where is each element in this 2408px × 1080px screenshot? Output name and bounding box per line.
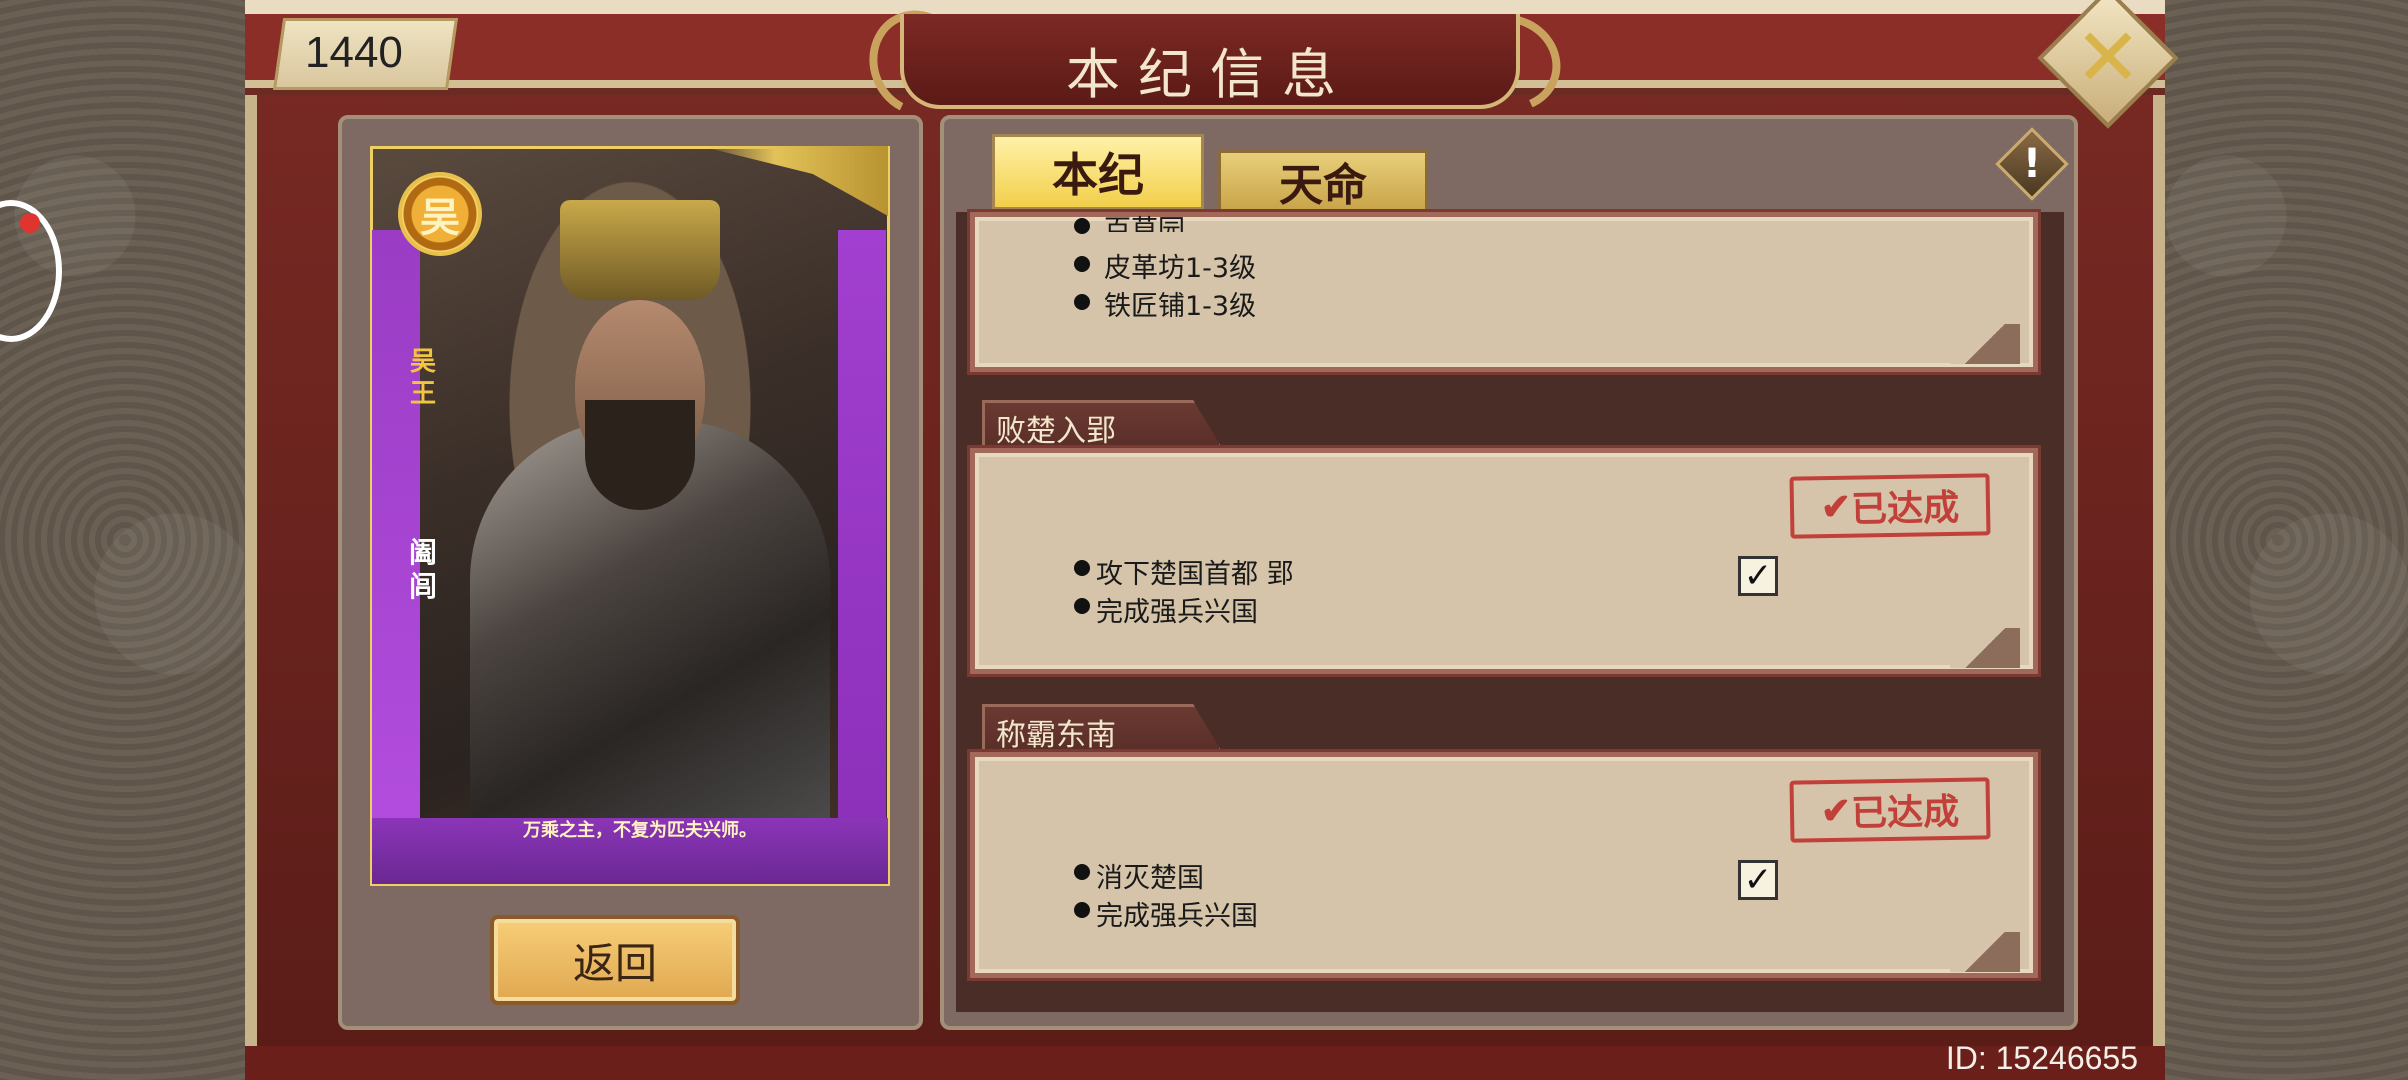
kingdom-badge: 吴 [398,172,482,256]
checkbox-checked: ✓ [1738,556,1778,596]
card-page-curl [1950,324,2020,364]
character-rank: 吴王 [409,347,436,409]
list-item: 完成强兵兴国 [1096,901,1258,932]
section-title: 败楚入郢 [996,414,1116,449]
close-x-icon[interactable]: ✕ [2058,8,2158,108]
side-background-right [2148,0,2408,1080]
list-item: 完成强兵兴国 [1096,597,1258,628]
section-title: 称霸东南 [996,718,1116,753]
character-quote: 万乘之主，不复为匹夫兴师。 [523,820,757,841]
checkbox-checked: ✓ [1738,860,1778,900]
back-button[interactable]: 返回 [490,915,740,1005]
side-background-left [0,0,250,1080]
completed-stamp-label: 已达成 [1850,486,1960,531]
kingdom-badge-label: 吴 [420,194,460,241]
list-item: 皮革坊1-3级 [1104,253,1257,284]
list-item: 消灭楚国 [1096,863,1204,894]
bullet-icon [1074,218,1090,234]
tab-tianming[interactable]: 天命 [1218,150,1428,212]
completed-stamp: ✔ 已达成 [1789,777,1991,843]
bullet-icon [1074,560,1090,576]
bottom-bar [245,1046,2165,1080]
page-title: 本纪信息 [1066,43,1354,106]
list-item: 攻下楚国首都 郢 [1096,559,1294,590]
exclamation-icon[interactable]: ! [2006,134,2058,194]
character-name: 阖闾 [408,536,437,603]
completed-stamp-label: 已达成 [1850,790,1960,835]
bullet-icon [1074,598,1090,614]
card-page-curl [1950,932,2020,972]
stamp-check-icon: ✔ [1820,789,1852,833]
list-item-partial: 百草园 [1104,215,1185,232]
card-page-curl [1950,628,2020,668]
player-id: ID: 15246655 [1945,1040,2138,1076]
tab-benji[interactable]: 本纪 [992,134,1204,210]
bullet-icon [1074,864,1090,880]
counter-value: 1440 [305,28,403,77]
portrait-figure-beard [585,400,695,510]
portrait-frame-right [838,230,886,870]
bullet-icon [1074,902,1090,918]
bullet-icon [1074,294,1090,310]
portrait-figure-crown [560,200,720,300]
list-item: 铁匠铺1-3级 [1104,291,1257,322]
notification-dot [20,213,40,233]
completed-stamp: ✔ 已达成 [1789,473,1991,539]
bullet-icon [1074,256,1090,272]
stamp-check-icon: ✔ [1820,485,1852,529]
